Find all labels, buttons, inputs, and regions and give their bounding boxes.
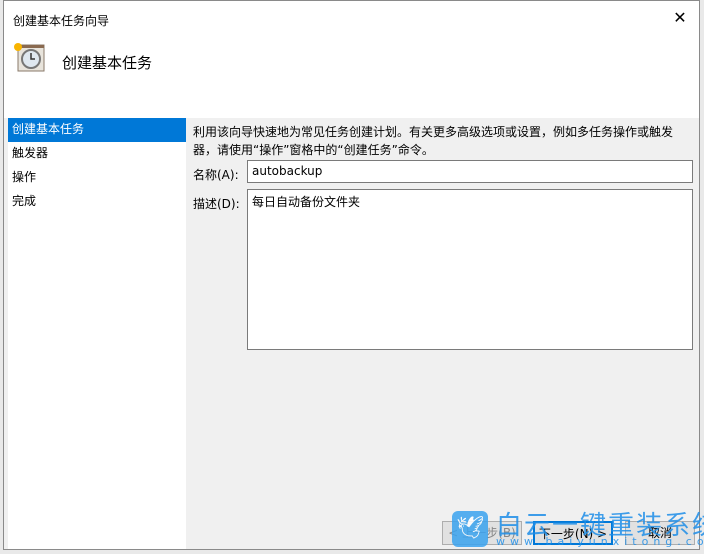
name-input[interactable]: autobackup	[247, 160, 693, 183]
step-finish[interactable]: 完成	[8, 190, 186, 214]
next-button[interactable]: 下一步(N) >	[533, 521, 613, 545]
cancel-button[interactable]: 取消	[625, 521, 695, 545]
header: 创建基本任务向导 ✕ 创建基本任务	[4, 1, 699, 118]
intro-text: 利用该向导快速地为常见任务创建计划。有关更多高级选项或设置，例如多任务操作或触发…	[193, 125, 674, 157]
wizard-steps: 创建基本任务 触发器 操作 完成	[8, 118, 186, 549]
step-trigger[interactable]: 触发器	[8, 142, 186, 166]
step-create-basic-task[interactable]: 创建基本任务	[8, 118, 186, 142]
close-button[interactable]: ✕	[667, 7, 693, 29]
step-action[interactable]: 操作	[8, 166, 186, 190]
wizard-window: 创建基本任务向导 ✕ 创建基本任务 创建基本任务 触发器 操作 完成 利用该向导…	[3, 0, 700, 550]
description-input[interactable]: 每日自动备份文件夹	[247, 189, 693, 350]
back-button[interactable]: < 上一步(B)	[442, 521, 522, 545]
window-title: 创建基本任务向导	[13, 14, 110, 28]
page-heading: 创建基本任务	[62, 54, 153, 72]
name-label: 名称(A):	[193, 168, 239, 182]
description-label: 描述(D):	[193, 197, 240, 211]
task-clock-icon	[14, 43, 45, 72]
